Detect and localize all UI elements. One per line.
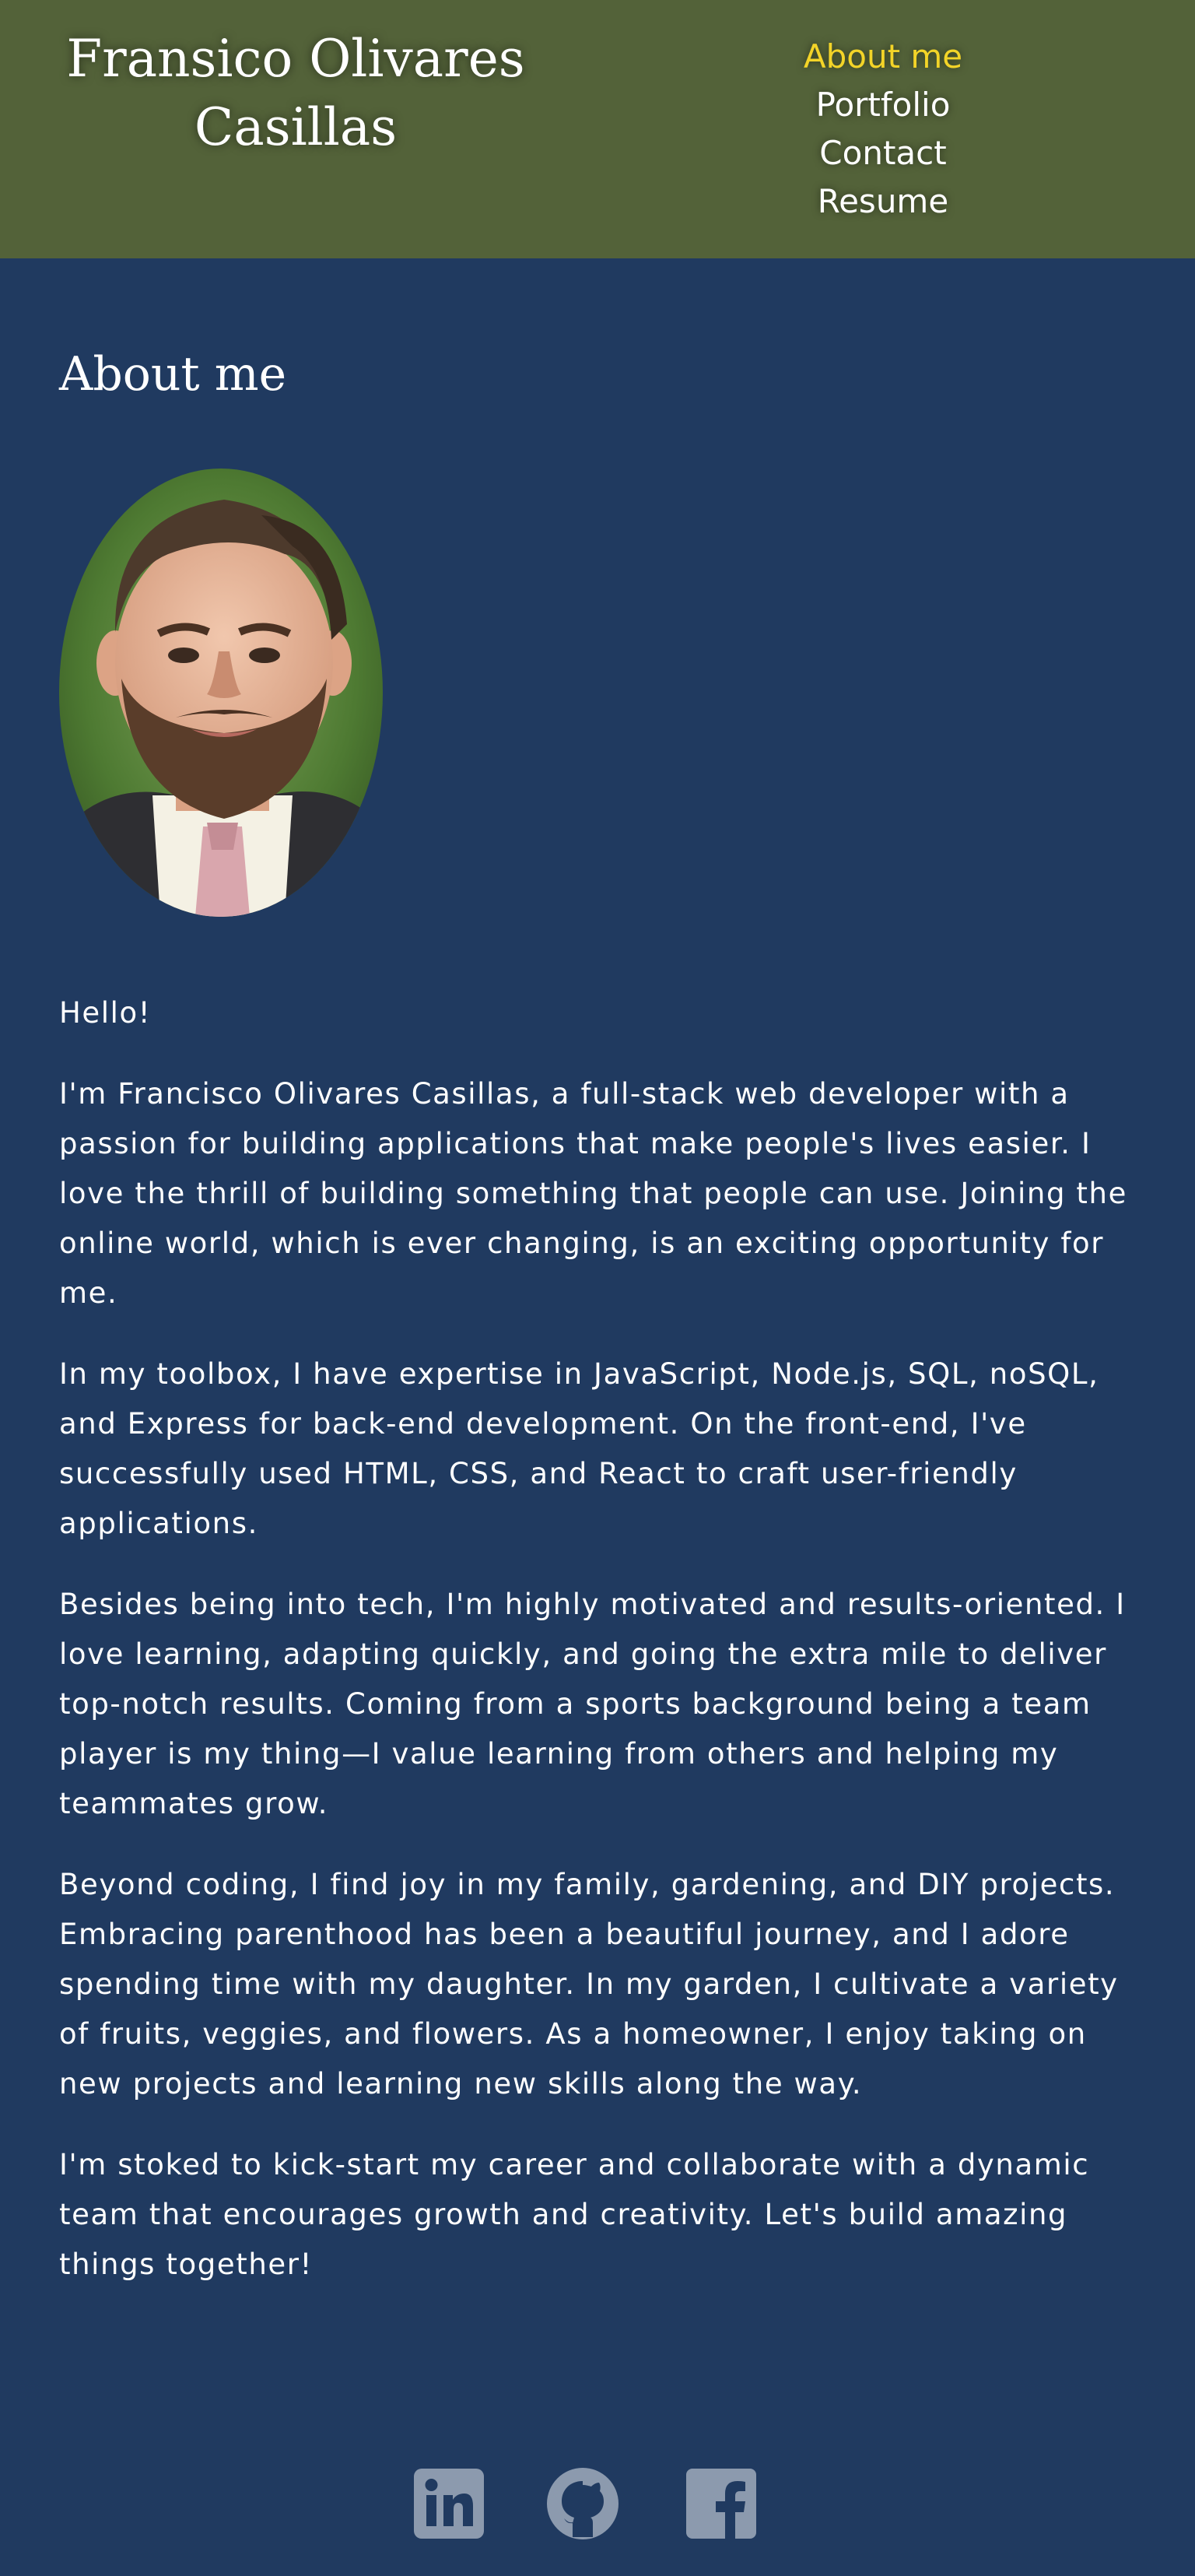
social-links [412, 2467, 783, 2540]
nav-item-portfolio[interactable]: Portfolio [778, 81, 988, 129]
about-paragraph-motivation: Besides being into tech, I'm highly moti… [59, 1588, 1126, 1820]
about-paragraph-toolbox: In my toolbox, I have expertise in JavaS… [59, 1357, 1099, 1540]
about-paragraph-personal: Beyond coding, I find joy in my family, … [59, 1868, 1119, 2100]
about-paragraph-intro: I'm Francisco Olivares Casillas, a full-… [59, 1077, 1127, 1310]
site-header: Fransico Olivares Casillas About me Port… [0, 0, 1195, 258]
github-icon [547, 2468, 619, 2539]
about-paragraph-greeting: Hello! [59, 996, 152, 1030]
section-title: About me [59, 347, 287, 402]
nav-item-about-me[interactable]: About me [778, 33, 988, 81]
linkedin-link[interactable] [412, 2467, 485, 2540]
main-nav: About me Portfolio Contact Resume [778, 33, 988, 226]
facebook-icon [686, 2469, 756, 2539]
about-text: Hello! I'm Francisco Olivares Casillas, … [59, 988, 1141, 2321]
about-paragraph-closing: I'm stoked to kick-start my career and c… [59, 2148, 1090, 2281]
github-link[interactable] [546, 2467, 619, 2540]
facebook-link[interactable] [685, 2467, 758, 2540]
linkedin-icon [414, 2469, 484, 2539]
profile-photo [59, 469, 383, 917]
nav-item-contact[interactable]: Contact [778, 129, 988, 177]
nav-item-resume[interactable]: Resume [778, 177, 988, 226]
site-title: Fransico Olivares Casillas [66, 29, 525, 157]
